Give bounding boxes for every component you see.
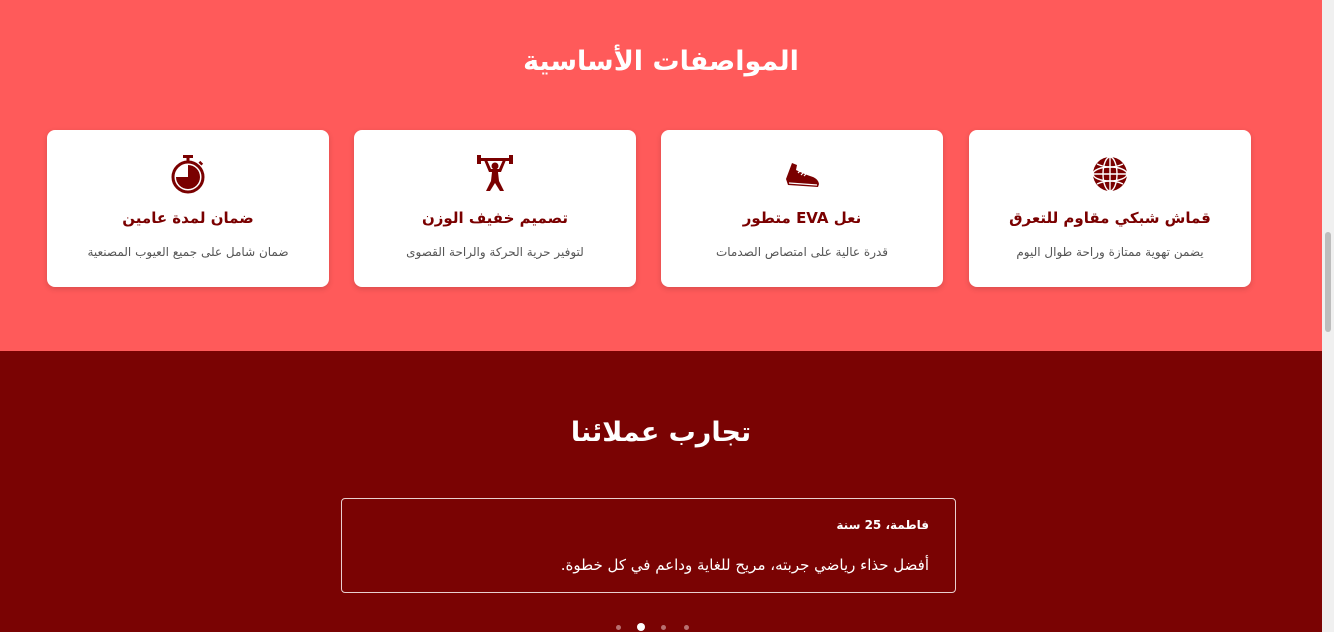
spec-card-desc: يضمن تهوية ممتازة وراحة طوال اليوم <box>1016 245 1204 259</box>
globe-icon <box>969 154 1251 194</box>
stopwatch-icon <box>47 154 329 194</box>
spec-card-mesh: قماش شبكي مقاوم للتعرق يضمن تهوية ممتازة… <box>969 130 1251 287</box>
carousel-dot-1[interactable] <box>616 625 621 630</box>
spec-card-lightweight: تصميم خفيف الوزن لتوفير حرية الحركة والر… <box>354 130 636 287</box>
spec-card-desc: لتوفير حرية الحركة والراحة القصوى <box>406 245 584 259</box>
spec-card-title: ضمان لمدة عامين <box>122 209 254 227</box>
weightlifter-icon <box>354 154 636 194</box>
spec-card-desc: ضمان شامل على جميع العيوب المصنعية <box>87 245 289 259</box>
testimonials-title: تجارب عملائنا <box>570 417 752 448</box>
spec-card-sole: نعل EVA متطور قدرة عالية على امتصاص الصد… <box>661 130 943 287</box>
specs-section: المواصفات الأساسية قماش شبكي مقاوم للتعر… <box>0 0 1322 351</box>
scrollbar-thumb[interactable] <box>1325 232 1331 332</box>
testimonial-author: فاطمة، 25 سنة <box>836 518 929 532</box>
spec-card-title: قماش شبكي مقاوم للتعرق <box>1009 209 1211 227</box>
spec-card-title: نعل EVA متطور <box>742 209 862 227</box>
specs-title: المواصفات الأساسية <box>523 46 799 77</box>
carousel-dot-3[interactable] <box>661 625 666 630</box>
spec-card-warranty: ضمان لمدة عامين ضمان شامل على جميع العيو… <box>47 130 329 287</box>
running-shoe-icon <box>661 154 943 194</box>
spec-card-title: تصميم خفيف الوزن <box>421 209 568 227</box>
spec-card-desc: قدرة عالية على امتصاص الصدمات <box>715 245 889 259</box>
testimonials-section: تجارب عملائنا فاطمة، 25 سنة أفضل حذاء ري… <box>0 351 1322 632</box>
testimonial-card: فاطمة، 25 سنة أفضل حذاء رياضي جربته، مري… <box>341 498 956 593</box>
testimonial-quote: أفضل حذاء رياضي جربته، مريح للغاية وداعم… <box>560 556 929 574</box>
carousel-dots <box>612 622 692 632</box>
carousel-dot-4[interactable] <box>684 625 689 630</box>
page-scrollbar[interactable] <box>1322 0 1334 632</box>
carousel-dot-2-active[interactable] <box>637 623 645 631</box>
